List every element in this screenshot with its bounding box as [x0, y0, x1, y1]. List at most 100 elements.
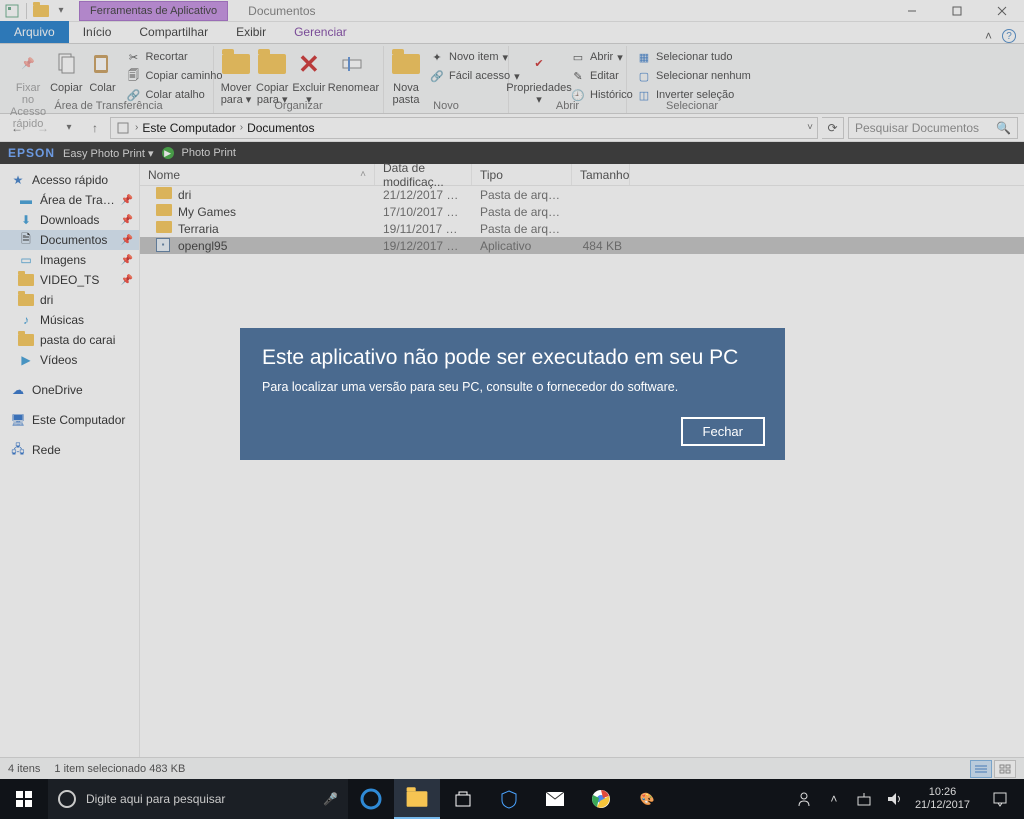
column-headers: Nome˄ Data de modificaç... Tipo Tamanho: [140, 164, 1024, 186]
select-none-button[interactable]: ▢Selecionar nenhum: [633, 67, 754, 85]
properties-icon[interactable]: [4, 3, 20, 19]
taskbar: Digite aqui para pesquisar 🎤 🎨 ˄ 10:26 2…: [0, 779, 1024, 819]
sidebar-item-desktop[interactable]: ▬Área de Trabalho📌: [0, 190, 139, 210]
view-thumbnails-button[interactable]: [994, 760, 1016, 778]
titlebar: ▾ Ferramentas de Aplicativo Documentos: [0, 0, 1024, 22]
videos-icon: ▶: [18, 352, 34, 368]
group-select-label: Selecionar: [627, 100, 757, 112]
tray-volume-icon[interactable]: [885, 790, 903, 808]
col-type[interactable]: Tipo: [472, 164, 572, 185]
tab-view[interactable]: Exibir: [222, 21, 280, 43]
epson-app-label[interactable]: Easy Photo Print ▾: [63, 147, 154, 160]
taskbar-security-icon[interactable]: [486, 779, 532, 819]
file-size: 484 KB: [572, 239, 630, 253]
new-folder-icon[interactable]: [33, 3, 49, 19]
col-size[interactable]: Tamanho: [572, 164, 630, 185]
col-name[interactable]: Nome˄: [140, 164, 375, 185]
tray-time: 10:26: [915, 786, 970, 799]
tray-clock[interactable]: 10:26 21/12/2017: [915, 786, 970, 812]
group-clipboard-label: Área de Transferência: [4, 100, 213, 112]
file-row[interactable]: ▪opengl9519/12/2017 13:08Aplicativo484 K…: [140, 237, 1024, 254]
sidebar-item-downloads[interactable]: ⬇Downloads📌: [0, 210, 139, 230]
cortana-icon: [58, 790, 76, 808]
copy-path-button[interactable]: 🗐Copiar caminho: [122, 67, 225, 85]
qat-dropdown-icon[interactable]: ▾: [53, 3, 69, 19]
file-date: 17/10/2017 13:27: [375, 205, 472, 219]
star-icon: ★: [10, 172, 26, 188]
open-button[interactable]: ▭Abrir ▾: [567, 48, 636, 66]
sidebar-item-pasta[interactable]: pasta do carai: [0, 330, 139, 350]
file-row[interactable]: Terraria19/11/2017 13:54Pasta de arquivo…: [140, 220, 1024, 237]
copy-to-button[interactable]: Copiar para ▾: [256, 48, 288, 106]
sidebar-item-this-pc[interactable]: 🖥Este Computador: [0, 410, 139, 430]
cloud-icon: ☁: [10, 382, 26, 398]
move-to-button[interactable]: Mover para ▾: [220, 48, 252, 106]
dialog-close-button[interactable]: Fechar: [681, 417, 765, 446]
status-selection: 1 item selecionado 483 KB: [54, 763, 185, 775]
taskbar-store-icon[interactable]: [440, 779, 486, 819]
ribbon-tabs: Arquivo Início Compartilhar Exibir Geren…: [0, 22, 1024, 44]
photo-print-icon[interactable]: ▶: [162, 147, 174, 159]
chevron-right-icon[interactable]: ›: [240, 122, 243, 133]
pin-icon: 📌: [121, 235, 133, 246]
ribbon-help: ˄ ?: [977, 29, 1024, 43]
properties-button[interactable]: ✔Propriedades ▾: [515, 48, 563, 106]
sidebar-item-images[interactable]: ▭Imagens📌: [0, 250, 139, 270]
copy-button[interactable]: Copiar: [50, 48, 82, 94]
rename-button[interactable]: Renomear: [329, 48, 377, 94]
tab-file[interactable]: Arquivo: [0, 21, 69, 43]
close-button[interactable]: [979, 0, 1024, 22]
sidebar-item-dri[interactable]: dri: [0, 290, 139, 310]
minimize-button[interactable]: [889, 0, 934, 22]
taskbar-mail-icon[interactable]: [532, 779, 578, 819]
epson-action-label[interactable]: Photo Print: [182, 147, 236, 159]
taskbar-search[interactable]: Digite aqui para pesquisar 🎤: [48, 779, 348, 819]
sidebar-item-onedrive[interactable]: ☁OneDrive: [0, 380, 139, 400]
epson-toolbar: EPSON Easy Photo Print ▾ ▶ Photo Print: [0, 142, 1024, 164]
pin-icon: 📌: [121, 215, 133, 226]
file-row[interactable]: My Games17/10/2017 13:27Pasta de arquivo…: [140, 203, 1024, 220]
taskbar-edge-icon[interactable]: [348, 779, 394, 819]
pin-icon: 📌: [121, 275, 133, 286]
search-input[interactable]: Pesquisar Documentos 🔍: [848, 117, 1018, 139]
paste-button[interactable]: Colar: [86, 48, 118, 94]
tab-manage[interactable]: Gerenciar: [280, 21, 361, 43]
breadcrumb-current[interactable]: Documentos: [247, 121, 314, 135]
tray-people-icon[interactable]: [795, 790, 813, 808]
new-folder-button[interactable]: Nova pasta: [390, 48, 422, 106]
help-icon[interactable]: ?: [1002, 29, 1016, 43]
ribbon-collapse-icon[interactable]: ˄: [985, 29, 992, 43]
breadcrumb-dropdown-icon[interactable]: ˅: [807, 122, 813, 133]
select-all-button[interactable]: ▦Selecionar tudo: [633, 48, 754, 66]
refresh-button[interactable]: ⟳: [822, 117, 844, 139]
taskbar-explorer-icon[interactable]: [394, 779, 440, 819]
tray-overflow-icon[interactable]: ˄: [825, 790, 843, 808]
ribbon: 📌Fixar no Acesso rápido Copiar Colar ✂Re…: [0, 44, 1024, 114]
maximize-button[interactable]: [934, 0, 979, 22]
start-button[interactable]: [0, 779, 48, 819]
sidebar-item-network[interactable]: 🖧Rede: [0, 440, 139, 460]
delete-button[interactable]: ✕Excluir ▾: [292, 48, 325, 106]
tray-network-icon[interactable]: [855, 790, 873, 808]
mic-icon[interactable]: 🎤: [323, 792, 338, 806]
col-date[interactable]: Data de modificaç...: [375, 164, 472, 185]
forward-button[interactable]: →: [32, 117, 54, 139]
content-area: ★Acesso rápido ▬Área de Trabalho📌 ⬇Downl…: [0, 164, 1024, 757]
breadcrumb[interactable]: › Este Computador › Documentos ˅: [110, 117, 818, 139]
sidebar-item-music[interactable]: ♪Músicas: [0, 310, 139, 330]
sidebar-item-quick-access[interactable]: ★Acesso rápido: [0, 170, 139, 190]
sidebar-item-video-ts[interactable]: VIDEO_TS📌: [0, 270, 139, 290]
tab-share[interactable]: Compartilhar: [125, 21, 222, 43]
cut-button[interactable]: ✂Recortar: [122, 48, 225, 66]
edit-button[interactable]: ✎Editar: [567, 67, 636, 85]
sidebar-item-videos[interactable]: ▶Vídeos: [0, 350, 139, 370]
taskbar-chrome-icon[interactable]: [578, 779, 624, 819]
tray-notifications-icon[interactable]: [982, 779, 1018, 819]
file-row[interactable]: dri21/12/2017 10:03Pasta de arquivos: [140, 186, 1024, 203]
pin-icon: 📌: [121, 255, 133, 266]
quick-access-toolbar: ▾: [0, 3, 73, 19]
sidebar-item-documents[interactable]: 🗎Documentos📌: [0, 230, 139, 250]
view-details-button[interactable]: [970, 760, 992, 778]
taskbar-paint-icon[interactable]: 🎨: [624, 779, 670, 819]
tab-home[interactable]: Início: [69, 21, 126, 43]
